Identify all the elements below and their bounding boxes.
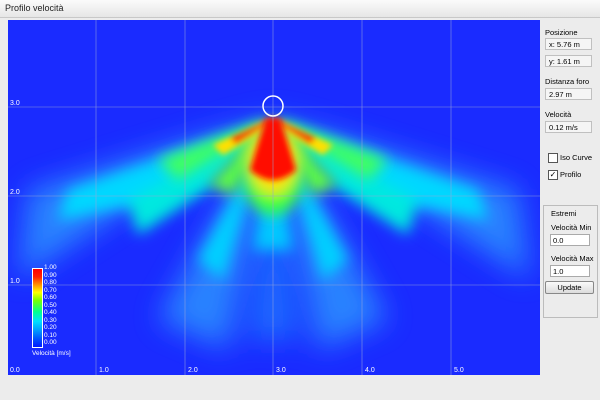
velocita-min-label: Velocità Min (551, 223, 592, 232)
velocity-field (8, 20, 540, 375)
colorbar-label: 1.00 (44, 264, 57, 271)
velocita-min-input[interactable]: 0.0 (550, 234, 590, 246)
update-button[interactable]: Update (545, 281, 594, 294)
iso-curve-label: Iso Curve (560, 153, 593, 162)
colorbar-title: Velocità [m/s] (32, 350, 71, 357)
x-tick: 3.0 (276, 367, 286, 374)
posizione-label: Posizione (545, 28, 578, 37)
colorbar-label: 0.00 (44, 339, 57, 346)
colorbar-label: 0.60 (44, 294, 57, 301)
x-tick: 0.0 (10, 367, 20, 374)
checkbox-unchecked-icon[interactable] (548, 153, 558, 163)
colorbar-label: 0.40 (44, 309, 57, 316)
x-tick: 5.0 (454, 367, 464, 374)
distanza-field: 2.97 m (545, 88, 592, 100)
velocita-max-input[interactable]: 1.0 (550, 265, 590, 277)
colorbar-label: 0.80 (44, 279, 57, 286)
x-position-field: x: 5.76 m (545, 38, 592, 50)
estremi-title: Estremi (551, 209, 577, 218)
y-position-field: y: 1.61 m (545, 55, 592, 67)
checkmark-icon[interactable]: ✓ (548, 170, 558, 180)
distanza-label: Distanza foro (545, 77, 590, 86)
window-title: Profilo velocità (5, 3, 64, 13)
colorbar-label: 0.70 (44, 286, 57, 294)
sidebar: Posizione x: 5.76 m y: 1.61 m Distanza f… (543, 20, 600, 380)
y-tick: 1.0 (10, 278, 20, 285)
colorbar (32, 268, 43, 348)
velocita-field: 0.12 m/s (545, 121, 592, 133)
x-tick: 2.0 (188, 367, 198, 374)
colorbar-label: 0.10 (44, 331, 57, 339)
velocita-max-label: Velocità Max (551, 254, 594, 263)
velocity-plot[interactable]: 0.0 1.0 2.0 3.0 4.0 5.0 1.0 2.0 3.0 (8, 20, 540, 375)
y-tick: 3.0 (10, 100, 20, 107)
estremi-group: Estremi Velocità Min 0.0 Velocità Max 1.… (543, 205, 598, 318)
velocita-label: Velocità (545, 110, 572, 119)
profilo-label: Profilo (560, 170, 582, 179)
colorbar-label: 0.50 (44, 301, 57, 309)
colorbar-label: 0.20 (44, 324, 57, 331)
title-bar: Profilo velocità (0, 0, 600, 18)
y-tick: 2.0 (10, 189, 20, 196)
colorbar-label: 0.90 (44, 271, 57, 279)
x-tick: 4.0 (365, 367, 375, 374)
x-tick: 1.0 (99, 367, 109, 374)
colorbar-label: 0.30 (44, 316, 57, 324)
